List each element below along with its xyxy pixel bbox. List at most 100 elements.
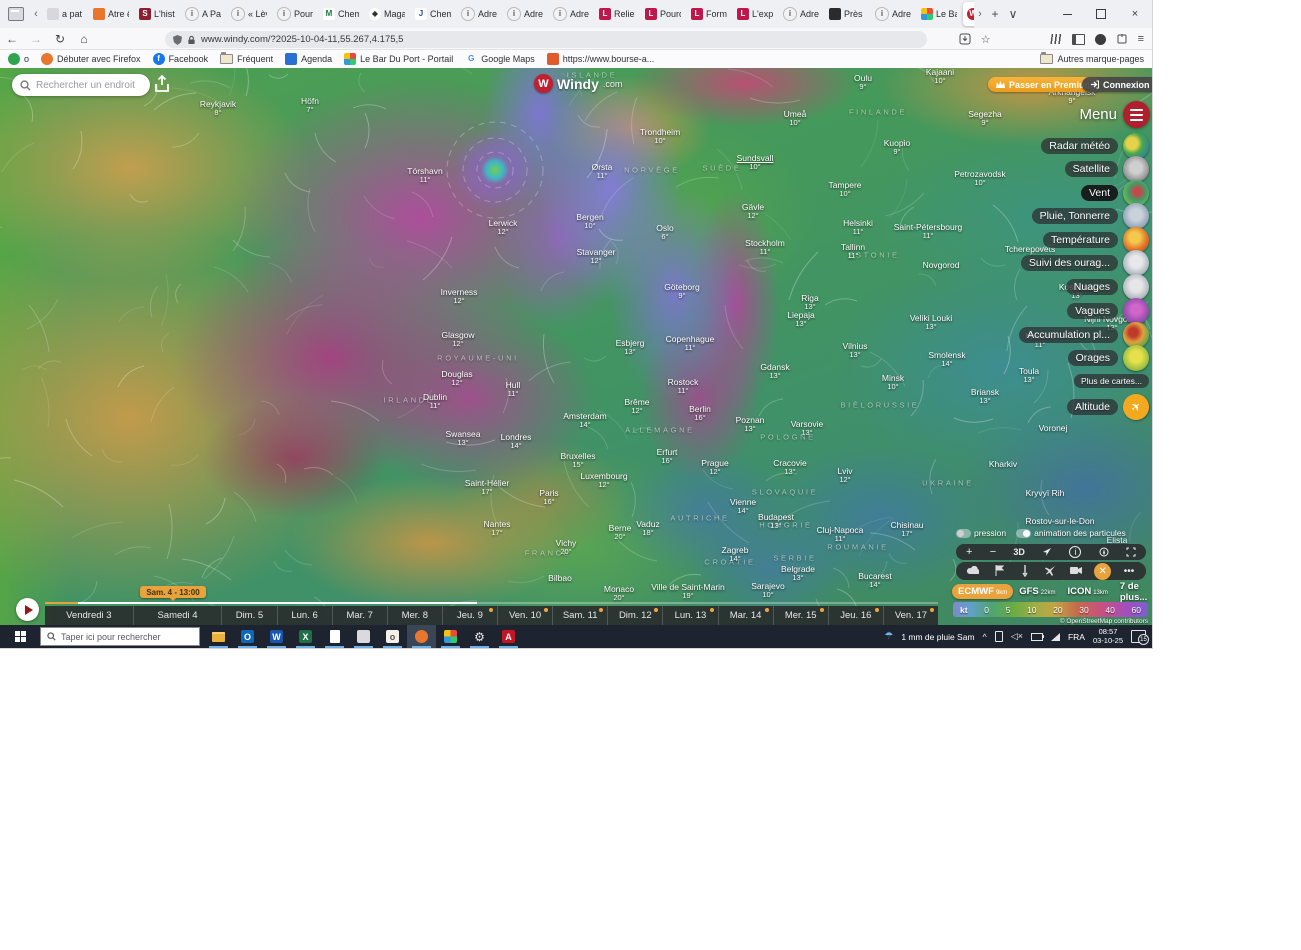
close-button[interactable]: × bbox=[1118, 0, 1152, 28]
play-button[interactable] bbox=[16, 598, 39, 621]
timeline-day[interactable]: Jeu. 9 bbox=[442, 606, 497, 625]
layer-item-pluie-tonnerre[interactable]: Pluie, Tonnerre bbox=[1032, 203, 1149, 229]
more-icon[interactable]: ••• bbox=[1121, 566, 1137, 577]
browser-tab[interactable]: iA Pari bbox=[181, 2, 225, 26]
browser-tab[interactable]: LPourq bbox=[641, 2, 685, 26]
pressure-toggle[interactable]: pression bbox=[956, 528, 1006, 538]
browser-tab[interactable]: iAdres bbox=[549, 2, 593, 26]
bookmark-item[interactable]: https://www.bourse-a... bbox=[547, 53, 655, 65]
model-gfs[interactable]: GFS22km bbox=[1013, 584, 1061, 599]
bookmark-item[interactable]: GGoogle Maps bbox=[465, 53, 535, 65]
place-search-input[interactable]: Rechercher un endroit bbox=[12, 74, 150, 96]
layer-item-altitude[interactable]: Altitude✈ bbox=[1067, 394, 1149, 420]
firefox-view-icon[interactable] bbox=[8, 7, 24, 21]
restore-button[interactable] bbox=[1084, 0, 1118, 28]
taskbar-app-settings[interactable]: ⚙ bbox=[465, 625, 494, 648]
taskbar-weather[interactable]: 1 mm de pluie Sam bbox=[901, 632, 974, 642]
address-bar[interactable]: www.windy.com/?2025-10-04-11,55.267,4.17… bbox=[165, 31, 927, 48]
browser-tab[interactable]: iPourq bbox=[273, 2, 317, 26]
browser-tab[interactable]: LL'exp bbox=[733, 2, 777, 26]
windy-map[interactable]: ISLANDENORVÈGESUÈDEFINLANDEESTONIEROYAUM… bbox=[0, 68, 1152, 625]
locate-icon[interactable] bbox=[1042, 547, 1052, 557]
taskbar-app-ms365[interactable] bbox=[436, 625, 465, 648]
browser-tab[interactable]: iAdres bbox=[503, 2, 547, 26]
taskbar-app-excel[interactable]: X bbox=[291, 625, 320, 648]
taskbar-clock[interactable]: 08:57 03-10-25 bbox=[1093, 628, 1123, 645]
layer-item-orages[interactable]: Orages bbox=[1068, 345, 1149, 371]
layer-item-suivi-des-ourag-[interactable]: Suivi des ourag... bbox=[1021, 250, 1149, 276]
timeline-day[interactable]: Dim. 12 bbox=[607, 606, 662, 625]
forward-button[interactable]: → bbox=[24, 32, 48, 46]
library-icon[interactable] bbox=[1050, 34, 1062, 44]
save-page-icon[interactable] bbox=[959, 33, 971, 45]
timeline-day[interactable]: Lun. 6 bbox=[277, 606, 332, 625]
close-icon[interactable]: ✕ bbox=[1094, 563, 1111, 580]
timeline-day[interactable]: Ven. 17 bbox=[883, 606, 938, 625]
layer-item-vagues[interactable]: Vagues bbox=[1067, 298, 1149, 324]
home-button[interactable]: ⌂ bbox=[72, 32, 96, 46]
fullscreen-icon[interactable] bbox=[1126, 547, 1136, 557]
timeline-day[interactable]: Sam. 11 bbox=[552, 606, 607, 625]
volume-muted-icon[interactable]: ◁× bbox=[1011, 631, 1023, 642]
layer-item-satellite[interactable]: Satellite bbox=[1065, 156, 1149, 182]
3d-button[interactable]: 3D bbox=[1013, 547, 1025, 557]
zoom-in-button[interactable]: + bbox=[966, 546, 972, 558]
other-bookmarks[interactable]: Autres marque-pages bbox=[1040, 54, 1144, 64]
flag-icon[interactable] bbox=[991, 565, 1007, 576]
bookmark-item[interactable]: Agenda bbox=[285, 53, 332, 65]
browser-tab[interactable]: a pat bbox=[43, 2, 87, 26]
timeline-track[interactable] bbox=[45, 602, 938, 604]
login-button[interactable]: Connexion bbox=[1082, 77, 1152, 92]
weather-icon[interactable] bbox=[965, 566, 981, 577]
back-button[interactable]: ← bbox=[0, 32, 24, 46]
language-indicator[interactable]: FRA bbox=[1068, 632, 1085, 642]
timeline-day[interactable]: Samedi 4 bbox=[133, 606, 222, 625]
webcam-icon[interactable] bbox=[1068, 566, 1084, 577]
model-icon[interactable]: ICON13km bbox=[1061, 584, 1113, 599]
menu-hamburger-icon[interactable]: ≡ bbox=[1138, 33, 1144, 45]
browser-tab[interactable]: LRelie bbox=[595, 2, 639, 26]
menu-button[interactable]: Menu bbox=[1079, 101, 1150, 128]
taskbar-app-onenote[interactable]: o bbox=[378, 625, 407, 648]
timeline-day[interactable]: Mer. 15 bbox=[773, 606, 828, 625]
layer-item-nuages[interactable]: Nuages bbox=[1066, 274, 1149, 300]
model-7-de-plus-[interactable]: 7 de plus... bbox=[1114, 579, 1152, 605]
network-icon[interactable] bbox=[1051, 633, 1060, 641]
timeline-day[interactable]: Lun. 13 bbox=[662, 606, 717, 625]
share-upload-icon[interactable] bbox=[153, 74, 171, 94]
airplane-icon[interactable] bbox=[1042, 565, 1058, 577]
taskbar-app-notepad[interactable] bbox=[320, 625, 349, 648]
compass-icon[interactable] bbox=[1099, 547, 1109, 557]
browser-tab[interactable]: JChem bbox=[411, 2, 455, 26]
reload-button[interactable]: ↻ bbox=[48, 32, 72, 46]
notification-center-icon[interactable]: 15 bbox=[1131, 630, 1146, 643]
timeline-day[interactable]: Mar. 14 bbox=[718, 606, 773, 625]
browser-tab[interactable]: Près d bbox=[825, 2, 869, 26]
zoom-out-button[interactable]: − bbox=[990, 546, 996, 558]
taskbar-app-file-explorer[interactable] bbox=[204, 625, 233, 648]
tab-scroll-right-icon[interactable]: › bbox=[974, 8, 986, 20]
taskbar-app-word[interactable]: W bbox=[262, 625, 291, 648]
browser-tab[interactable]: Le Bar bbox=[917, 2, 961, 26]
browser-tab[interactable]: iAdres bbox=[871, 2, 915, 26]
taskbar-app-firefox[interactable] bbox=[407, 625, 436, 648]
wind-scale-legend[interactable]: kt051020304060 bbox=[953, 602, 1148, 617]
browser-tab[interactable]: i« Lèv bbox=[227, 2, 271, 26]
hidden-icons-chevron[interactable]: ^ bbox=[983, 632, 987, 642]
timeline-day[interactable]: Mer. 8 bbox=[387, 606, 442, 625]
extensions-icon[interactable] bbox=[1116, 33, 1128, 45]
phone-icon[interactable] bbox=[995, 631, 1003, 642]
info-icon[interactable]: i bbox=[1069, 546, 1081, 558]
start-button[interactable] bbox=[0, 625, 40, 648]
browser-tab[interactable]: SL'hist bbox=[135, 2, 179, 26]
timeline-day[interactable]: Jeu. 16 bbox=[828, 606, 883, 625]
bookmark-item[interactable]: fFacebook bbox=[153, 53, 209, 65]
timeline-day[interactable]: Dim. 5 bbox=[221, 606, 276, 625]
browser-tab[interactable]: iAdres bbox=[779, 2, 823, 26]
list-tabs-icon[interactable]: ∨ bbox=[1004, 7, 1022, 21]
timeline-day[interactable]: Mar. 7 bbox=[332, 606, 387, 625]
browser-tab[interactable]: Atre ê bbox=[89, 2, 133, 26]
sidebar-icon[interactable] bbox=[1072, 34, 1085, 45]
particles-toggle[interactable]: animation des particules bbox=[1016, 528, 1126, 538]
weather-umbrella-icon[interactable]: ☂ bbox=[884, 631, 893, 642]
